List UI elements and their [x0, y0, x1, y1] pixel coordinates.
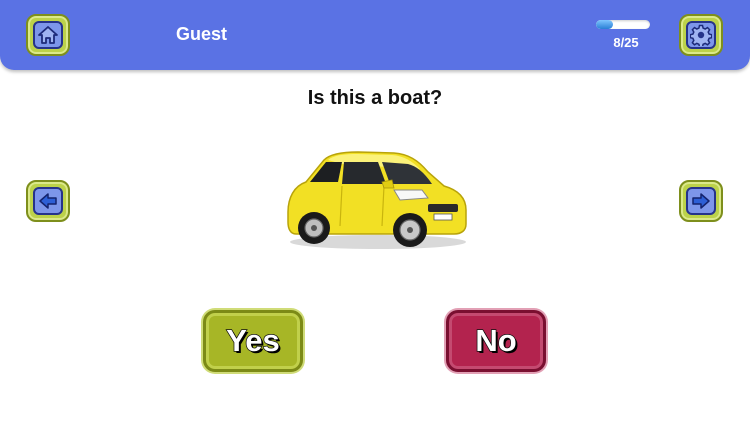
user-name: Guest [176, 24, 228, 44]
arrow-left-icon [33, 187, 63, 215]
gear-icon [686, 21, 716, 49]
home-icon [33, 21, 63, 49]
yes-button[interactable]: Yes [203, 310, 303, 372]
progress-bar [596, 20, 650, 29]
progress-bar-fill [596, 20, 614, 29]
arrow-right-icon [686, 187, 716, 215]
previous-button[interactable] [26, 180, 70, 222]
top-bar: Guest 8/25 [0, 0, 750, 70]
progress-count: 8/25 [613, 35, 639, 50]
no-button[interactable]: No [446, 310, 546, 372]
home-button[interactable] [26, 14, 70, 56]
car-image [287, 151, 467, 249]
settings-button[interactable] [679, 14, 723, 56]
question-text: Is this a boat? [307, 87, 443, 109]
next-button[interactable] [679, 180, 723, 222]
